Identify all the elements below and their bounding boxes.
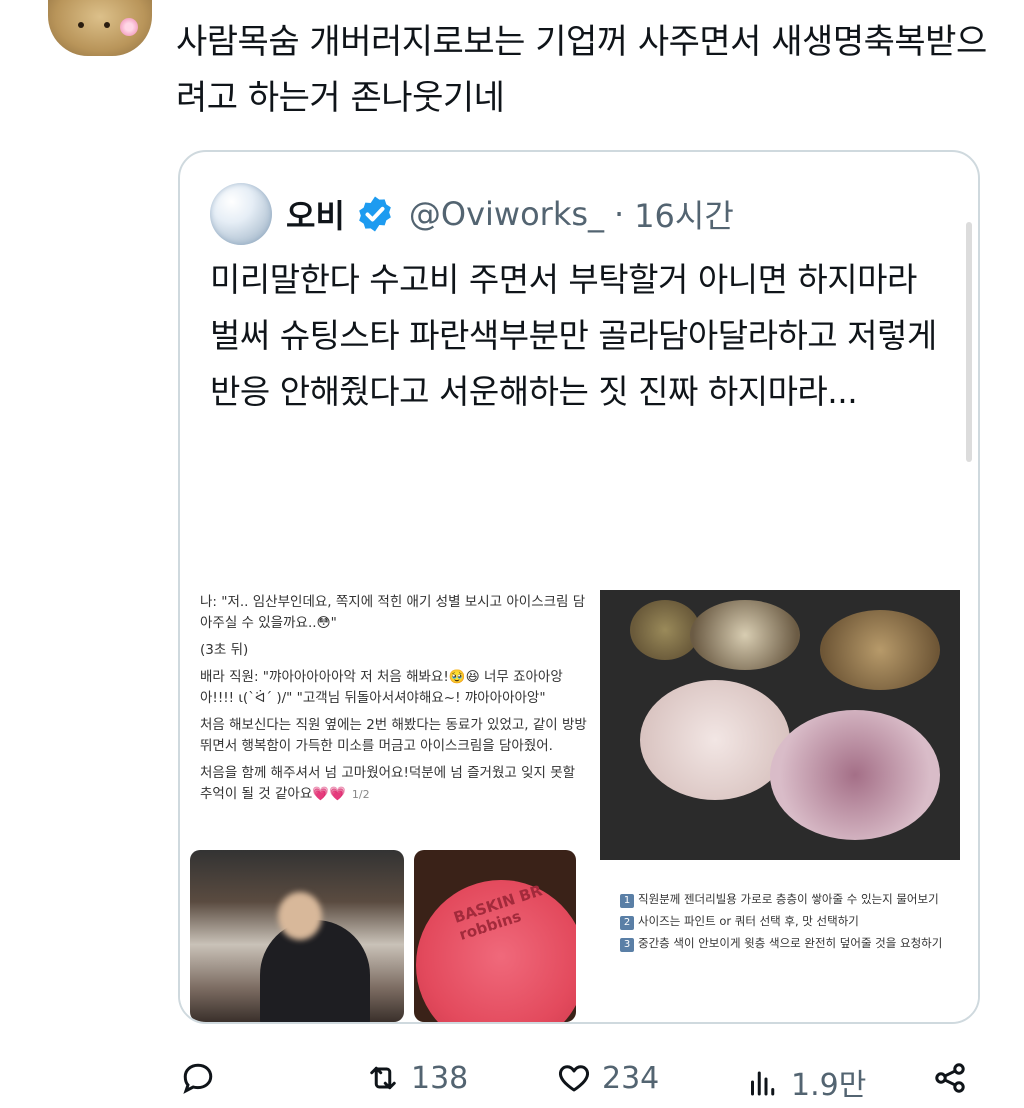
ice-cream-tub <box>640 680 790 800</box>
step-text: 사이즈는 파인트 or 쿼터 선택 후, 맛 선택하기 <box>638 914 859 928</box>
reply-button[interactable] <box>180 1060 226 1096</box>
caption-paragraph: (3초 뒤) <box>200 642 249 658</box>
quoted-text-line: 미리말한다 수고비 주면서 부탁할거 아니면 하지마라 <box>210 260 917 299</box>
retweet-button[interactable]: 138 <box>365 1060 468 1096</box>
quoted-text-line: 벌써 슈팅스타 파란색부분만 골라담아달라하고 저렇게 반응 안해줬다고 서운해… <box>210 316 937 411</box>
retweet-count: 138 <box>411 1060 469 1096</box>
ice-cream-tub <box>770 710 940 840</box>
step-item: 1 직원분께 젠더리빌용 가로로 층층이 쌓아줄 수 있는지 물어보기 <box>620 888 970 910</box>
views-button[interactable]: 1.9만 <box>745 1060 866 1104</box>
reply-icon <box>183 1063 213 1094</box>
image-caption-text: 나: "저.. 임산부인데요, 쪽지에 적힌 애기 성별 보시고 아이스크림 담… <box>200 592 590 811</box>
heart-icon <box>559 1065 589 1092</box>
quoted-header: 오비 @Oviworks_ · 16시간 <box>210 183 734 245</box>
ice-cream-lid-photo: BASKIN BR robbins <box>414 850 576 1022</box>
ice-cream-tub <box>820 610 940 690</box>
quoted-text: 미리말한다 수고비 주면서 부탁할거 아니면 하지마라 벌써 슈팅스타 파란색부… <box>210 252 950 420</box>
step-text: 중간층 색이 안보이게 윗층 색으로 완전히 덮어줄 것을 요청하기 <box>638 936 943 950</box>
caption-paragraph: 배라 직원: "꺄아아아아아악 저 처음 해봐요!🥹😆 너무 죠아아앙아!!!!… <box>200 669 563 706</box>
share-button[interactable] <box>932 1060 978 1096</box>
ice-cream-tub <box>690 600 800 670</box>
embedded-image-left[interactable]: 나: "저.. 임산부인데요, 쪽지에 적힌 애기 성별 보시고 아이스크림 담… <box>180 582 600 1022</box>
share-icon <box>935 1063 965 1093</box>
caption-paragraph: 처음 해보신다는 직원 옆에는 2번 해봤다는 동료가 있었고, 같이 방방뛰면… <box>200 717 587 754</box>
quoted-display-name[interactable]: 오비 <box>286 191 345 237</box>
caption-paragraph: 처음을 함께 해주셔서 넘 고마웠어요!덕분에 넘 즐거웠고 잊지 못할 추억이… <box>200 763 590 805</box>
ice-cream-case-photo <box>600 590 960 860</box>
step-text: 직원분께 젠더리빌용 가로로 층층이 쌓아줄 수 있는지 물어보기 <box>638 892 939 906</box>
quoted-handle[interactable]: @Oviworks_ <box>409 195 604 233</box>
like-count: 234 <box>602 1060 660 1096</box>
action-bar: 138 234 1.9만 <box>0 1048 1024 1108</box>
step-number: 3 <box>620 938 634 952</box>
separator-dot: · <box>614 195 625 233</box>
retweet-icon <box>370 1066 396 1090</box>
embedded-image-right[interactable]: 1 직원분께 젠더리빌용 가로로 층층이 쌓아줄 수 있는지 물어보기 2 사이즈는… <box>600 582 978 1022</box>
flower-icon <box>120 18 138 36</box>
like-button[interactable]: 234 <box>556 1060 659 1096</box>
step-item: 3 중간층 색이 안보이게 윗층 색으로 완전히 덮어줄 것을 요청하기 <box>620 932 970 954</box>
caption-paragraph: 나: "저.. 임산부인데요, 쪽지에 적힌 애기 성별 보시고 아이스크림 담… <box>200 594 586 631</box>
scrollbar[interactable] <box>966 222 972 462</box>
views-count: 1.9만 <box>791 1068 867 1103</box>
verified-badge-icon <box>359 196 391 232</box>
step-item: 2 사이즈는 파인트 or 쿼터 선택 후, 맛 선택하기 <box>620 910 970 932</box>
profile-avatar[interactable] <box>48 0 152 56</box>
quoted-timestamp[interactable]: 16시간 <box>634 191 734 237</box>
quoted-tweet[interactable]: 오비 @Oviworks_ · 16시간 미리말한다 수고비 주면서 부탁할거 … <box>178 150 980 1024</box>
page-indicator: 1/2 <box>351 788 370 801</box>
person-head <box>278 892 322 940</box>
avatar-eye <box>104 22 110 28</box>
quoted-avatar[interactable] <box>210 183 272 245</box>
person-figure <box>260 920 370 1022</box>
caption-text: 처음을 함께 해주셔서 넘 고마웠어요!덕분에 넘 즐거웠고 잊지 못할 추억이… <box>200 765 576 802</box>
step-number: 1 <box>620 894 634 908</box>
staff-photo <box>190 850 404 1022</box>
instruction-steps: 1 직원분께 젠더리빌용 가로로 층층이 쌓아줄 수 있는지 물어보기 2 사이즈는… <box>620 888 970 954</box>
post-text: 사람목숨 개버러지로보는 기업꺼 사주면서 새생명축복받으려고 하는거 존나웃기… <box>176 22 987 118</box>
avatar-eye <box>78 22 84 28</box>
step-number: 2 <box>620 916 634 930</box>
views-chart-icon <box>751 1071 775 1096</box>
